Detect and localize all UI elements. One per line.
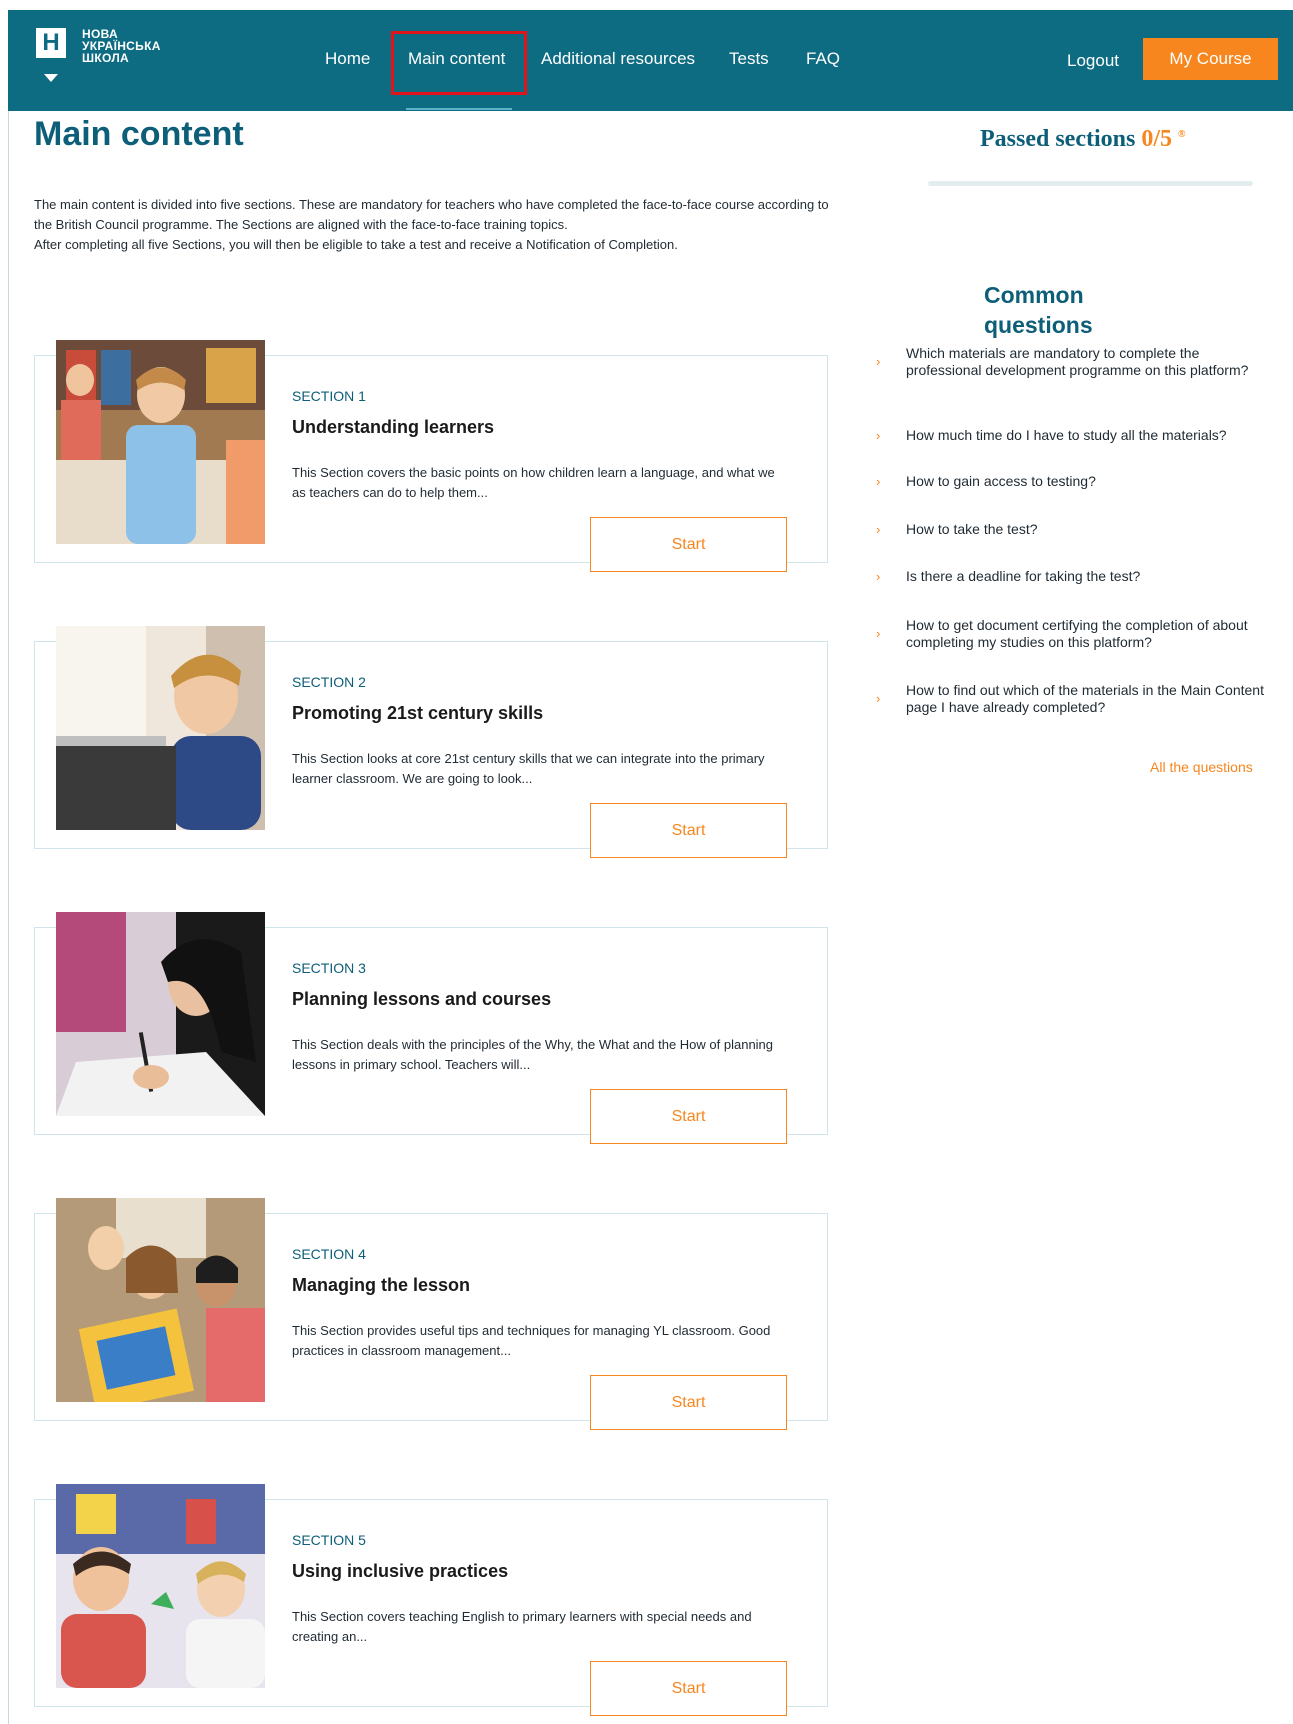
- info-icon[interactable]: ®: [1178, 129, 1185, 140]
- section-5-photo: [56, 1484, 265, 1688]
- my-course-button[interactable]: My Course: [1143, 38, 1278, 80]
- chevron-right-icon: ›: [876, 521, 881, 537]
- chevron-right-icon: ›: [876, 427, 881, 443]
- nav-faq[interactable]: FAQ: [806, 48, 840, 70]
- section-1-description: This Section covers the basic points on …: [292, 465, 775, 500]
- section-2-description: This Section looks at core 21st century …: [292, 751, 765, 786]
- nav-highlight-box: [391, 31, 527, 95]
- section-5-title: Using inclusive practices: [292, 1561, 509, 1581]
- intro-text: The main content is divided into five se…: [34, 195, 834, 255]
- nav-additional-resources[interactable]: Additional resources: [541, 48, 695, 70]
- chevron-right-icon: ›: [876, 568, 881, 584]
- faq-item-text: How much time do I have to study all the…: [906, 427, 1227, 443]
- faq-item[interactable]: › How to gain access to testing?: [876, 473, 1266, 490]
- children-reading-image: [56, 1198, 265, 1402]
- section-2-photo: [56, 626, 265, 830]
- chevron-right-icon: ›: [876, 691, 881, 706]
- passed-sections-label: Passed sections: [980, 126, 1136, 152]
- section-4-photo: [56, 1198, 265, 1402]
- faq-item[interactable]: › How much time do I have to study all t…: [876, 427, 1266, 444]
- nav-tests[interactable]: Tests: [729, 48, 769, 70]
- top-navbar: Н НОВА УКРАЇНСЬКА ШКОЛА Home Main conten…: [8, 10, 1293, 111]
- active-nav-underline: [406, 108, 512, 110]
- nav-home[interactable]: Home: [325, 48, 370, 70]
- page-edge: [8, 110, 9, 1724]
- faq-item[interactable]: › How to take the test?: [876, 521, 1266, 538]
- progress-bar: [928, 181, 1253, 186]
- section-3-photo: [56, 912, 265, 1116]
- section-5-description: This Section covers teaching English to …: [292, 1609, 752, 1644]
- faq-item-text: How to take the test?: [906, 521, 1038, 537]
- faq-item-text: How to find out which of the materials i…: [906, 682, 1264, 715]
- passed-sections: Passed sections 0/5 ®: [980, 120, 1240, 154]
- section-4-title: Managing the lesson: [292, 1275, 471, 1295]
- faq-item[interactable]: › Is there a deadline for taking the tes…: [876, 568, 1266, 585]
- section-2-start-button[interactable]: Start: [590, 803, 787, 858]
- boys-playing-image: [56, 1484, 265, 1688]
- girl-writing-image: [56, 912, 265, 1116]
- section-2-label: SECTION 2: [292, 674, 366, 690]
- logout-link[interactable]: Logout: [1067, 50, 1119, 72]
- section-3-start-button[interactable]: Start: [590, 1089, 787, 1144]
- chevron-right-icon: ›: [876, 473, 881, 489]
- page-title: Main content: [34, 115, 244, 153]
- section-5-label: SECTION 5: [292, 1532, 366, 1548]
- faq-item[interactable]: › Which materials are mandatory to compl…: [876, 345, 1266, 379]
- chevron-right-icon: ›: [876, 354, 881, 369]
- passed-sections-count: 0/5: [1141, 126, 1173, 152]
- section-3-label: SECTION 3: [292, 960, 366, 976]
- section-4-start-button[interactable]: Start: [590, 1375, 787, 1430]
- section-1-photo: [56, 340, 265, 544]
- section-4-label: SECTION 4: [292, 1246, 366, 1262]
- faq-item-text: Is there a deadline for taking the test?: [906, 568, 1141, 584]
- all-questions-link[interactable]: All the questions: [1150, 758, 1253, 776]
- section-3-description: This Section deals with the principles o…: [292, 1037, 774, 1072]
- intro-paragraph-2: After completing all five Sections, you …: [34, 237, 678, 252]
- faq-item-text: Which materials are mandatory to complet…: [906, 345, 1249, 378]
- section-1-start-button[interactable]: Start: [590, 517, 787, 572]
- section-1-label: SECTION 1: [292, 388, 366, 404]
- faq-item[interactable]: › How to get document certifying the com…: [876, 617, 1266, 651]
- section-5-start-button[interactable]: Start: [590, 1661, 787, 1716]
- intro-paragraph-1: The main content is divided into five se…: [34, 197, 829, 232]
- faq-item-text: How to gain access to testing?: [906, 473, 1096, 489]
- common-questions-title: Common questions: [984, 282, 1093, 338]
- section-2-title: Promoting 21st century skills: [292, 703, 544, 723]
- boy-at-laptop-image: [56, 626, 265, 830]
- faq-item-text: How to get document certifying the compl…: [906, 617, 1248, 650]
- section-3-title: Planning lessons and courses: [292, 989, 552, 1009]
- section-4-description: This Section provides useful tips and te…: [292, 1323, 771, 1358]
- section-1-title: Understanding learners: [292, 417, 495, 437]
- chevron-right-icon: ›: [876, 626, 881, 641]
- classroom-boy-image: [56, 340, 265, 544]
- faq-item[interactable]: › How to find out which of the materials…: [876, 682, 1266, 716]
